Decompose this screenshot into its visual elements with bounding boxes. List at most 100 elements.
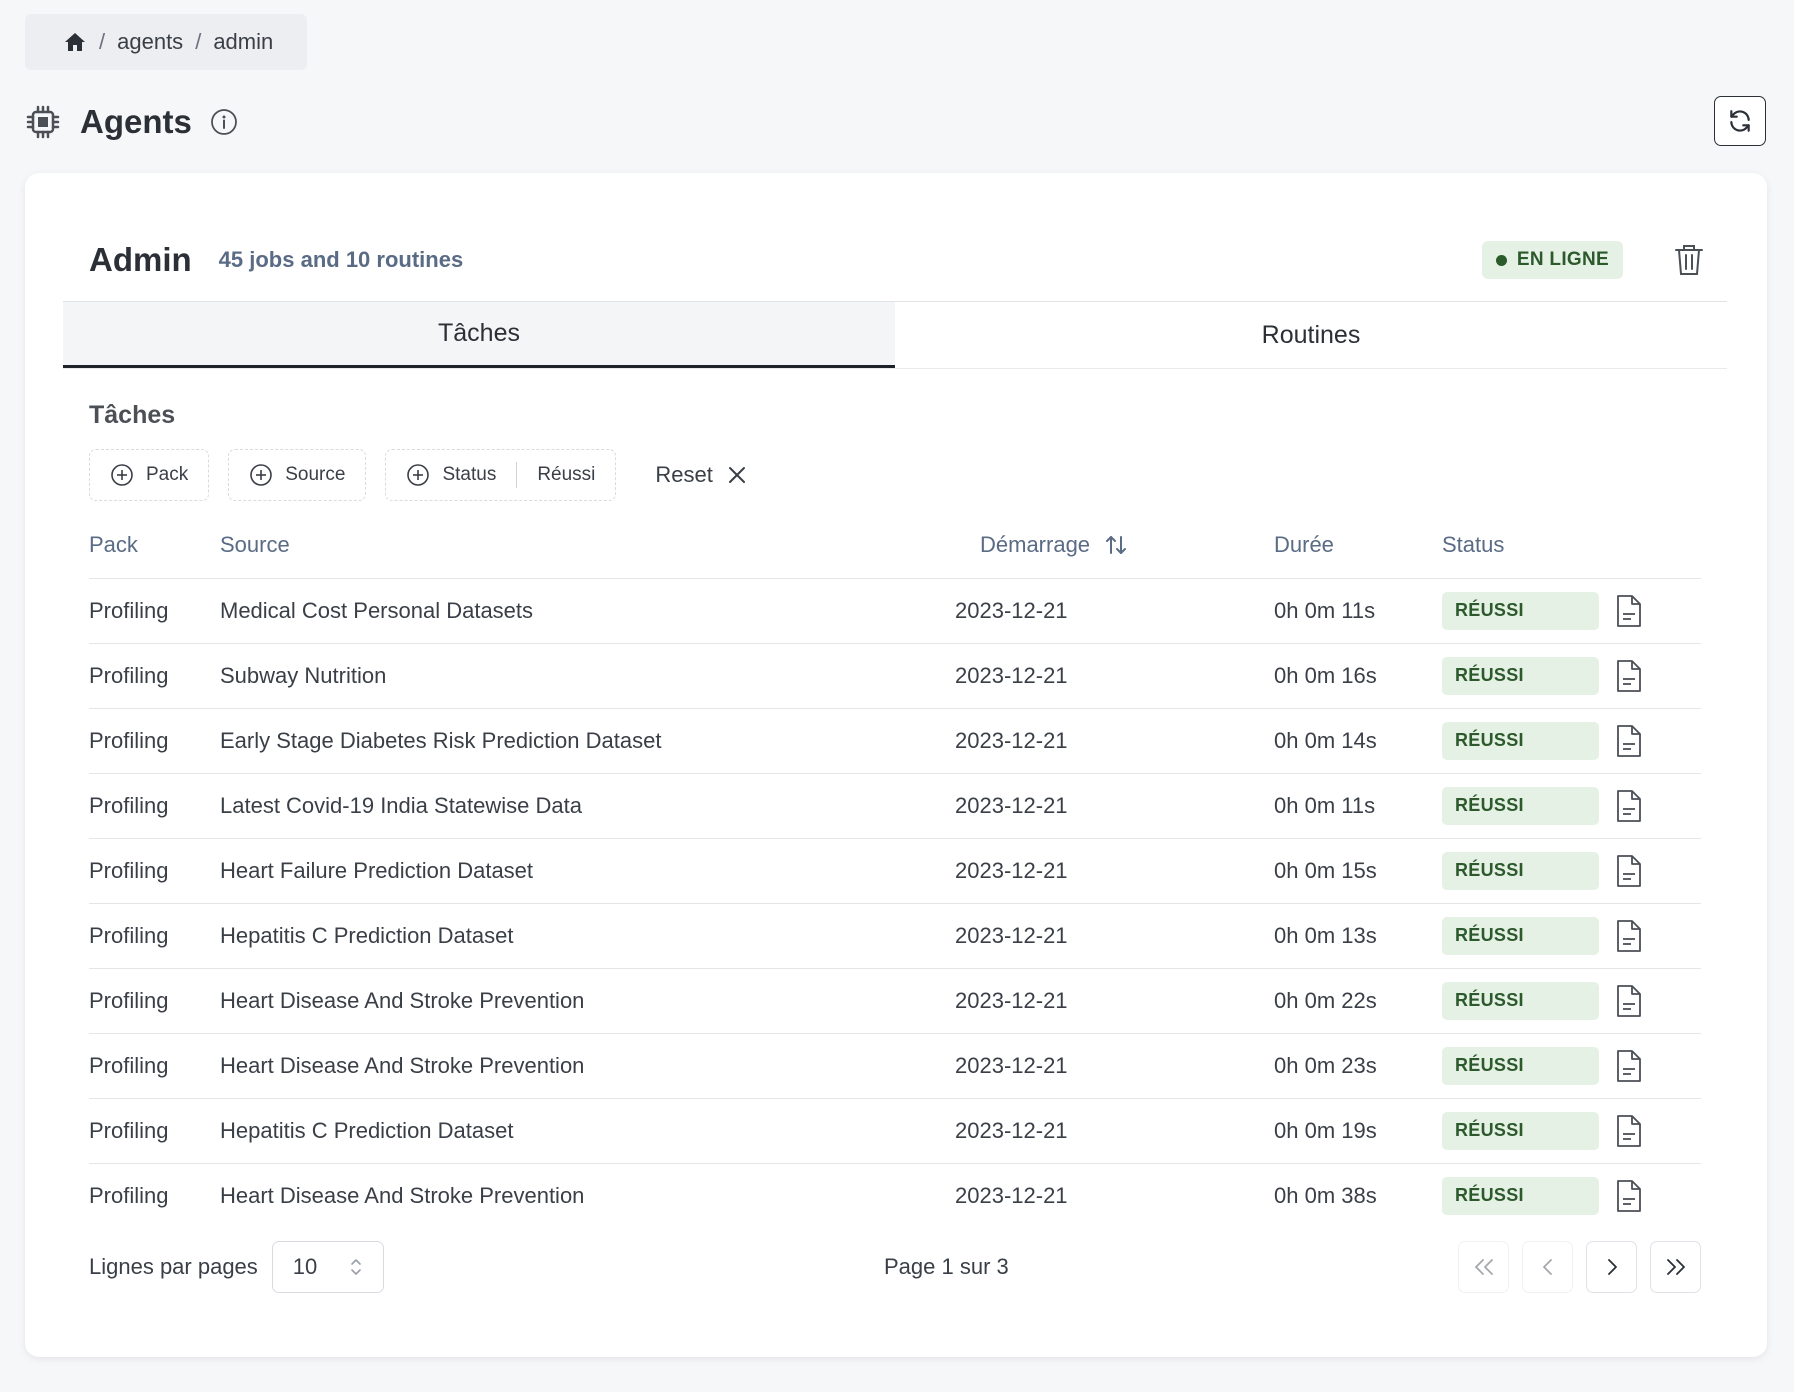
document-icon [1615,1049,1643,1083]
rows-per-page-select[interactable]: 10 [271,1241,384,1293]
view-report-button[interactable] [1615,1049,1643,1083]
cell-start: 2023-12-21 [955,773,1274,839]
view-report-button[interactable] [1615,1114,1643,1148]
status-badge: RÉUSSI [1442,721,1599,760]
table-row: Profiling Heart Disease And Stroke Preven… [89,1163,1701,1228]
cell-pack: Profiling [89,1182,169,1208]
cell-source: Medical Cost Personal Datasets [220,578,955,644]
table-row: Profiling Early Stage Diabetes Risk Predi… [89,708,1701,774]
view-report-button[interactable] [1615,789,1643,823]
cell-source: Heart Failure Prediction Dataset [220,838,955,904]
refresh-button[interactable] [1714,96,1766,146]
cell-status: RÉUSSI [1442,968,1701,1034]
document-icon [1615,659,1643,693]
next-page-button[interactable] [1586,1241,1637,1293]
view-report-button[interactable] [1615,984,1643,1018]
cell-pack: Profiling [89,903,220,969]
document-icon [1615,789,1643,823]
chevron-right-icon [1600,1255,1624,1279]
cell-status: RÉUSSI [1442,578,1701,644]
sort-arrows-icon [1104,533,1128,557]
double-chevron-left-icon [1472,1255,1496,1279]
tab-routines[interactable]: Routines [895,302,1727,368]
agent-summary: 45 jobs and 10 routines [218,247,464,272]
status-badge: RÉUSSI [1442,786,1599,825]
status-badge: EN LIGNE [1481,241,1623,279]
view-report-button[interactable] [1615,854,1643,888]
chevron-up-down-icon [349,1257,363,1277]
filter-source-label: Source [285,464,346,485]
info-icon[interactable] [210,108,238,136]
table-header-row: Pack Source Démarrage Durée Status [89,513,1701,579]
section-title: Tâches [89,401,176,429]
column-header-start[interactable]: Démarrage [955,513,1274,579]
view-report-button[interactable] [1615,594,1643,628]
document-icon [1615,724,1643,758]
jobs-table: Pack Source Démarrage Durée Status Profi… [89,513,1701,1228]
filter-pack-label: Pack [146,464,189,485]
tab-taches[interactable]: Tâches [63,302,895,368]
view-report-button[interactable] [1615,1179,1643,1213]
reset-filters-button[interactable]: Reset [655,462,746,488]
view-report-button[interactable] [1615,724,1643,758]
column-header-start-label: Démarrage [980,532,1091,558]
cell-status: RÉUSSI [1442,1033,1701,1099]
cell-pack: Profiling [89,708,220,774]
agent-name: Admin [89,241,192,278]
cell-duration: 0h 0m 23s [1274,1033,1442,1099]
first-page-button[interactable] [1458,1241,1509,1293]
plus-circle-icon [110,463,134,487]
column-header-pack: Pack [89,513,220,579]
previous-page-button[interactable] [1522,1241,1573,1293]
cell-source: Hepatitis C Prediction Dataset [220,903,955,969]
cell-pack: Profiling [89,578,220,644]
cpu-chip-icon [26,105,60,139]
breadcrumb-separator: / [99,29,106,54]
breadcrumb-item-admin: admin [213,29,274,54]
table-row: Profiling Hepatitis C Prediction Dataset 2… [89,903,1701,969]
filter-pack-button[interactable]: Pack [89,449,210,501]
last-page-button[interactable] [1650,1241,1701,1293]
status-badge: RÉUSSI [1442,591,1599,630]
filter-divider [516,462,518,488]
breadcrumb: / agents / admin [25,14,307,70]
plus-circle-icon [406,463,430,487]
cell-start: 2023-12-21 [955,1098,1274,1164]
column-header-status: Status [1442,513,1701,579]
cell-duration: 0h 0m 19s [1274,1098,1442,1164]
filter-source-button[interactable]: Source [228,449,367,501]
table-row: Profiling Heart Failure Prediction Datase… [89,838,1701,904]
refresh-icon [1727,108,1753,134]
filter-status-button[interactable]: Status Réussi [385,449,617,501]
table-row: Profiling Hepatitis C Prediction Dataset 2… [89,1098,1701,1164]
cell-duration: 0h 0m 14s [1274,708,1442,774]
cell-duration: 0h 0m 11s [1274,578,1442,644]
cell-status: RÉUSSI [1442,643,1701,709]
home-icon[interactable] [63,30,87,54]
breadcrumb-item-agents[interactable]: agents [117,29,183,55]
cell-source: Hepatitis C Prediction Dataset [220,1098,955,1164]
status-badge: RÉUSSI [1442,1046,1599,1085]
page-info: Page 1 sur 3 [884,1254,1009,1279]
reset-label: Reset [655,462,713,487]
cell-pack: Profiling [89,643,220,709]
document-icon [1615,919,1643,953]
column-header-source: Source [220,513,955,579]
view-report-button[interactable] [1615,919,1643,953]
status-badge-label: EN LIGNE [1516,249,1609,270]
status-badge: RÉUSSI [1442,851,1599,890]
rows-per-page-label: Lignes par pages [89,1254,258,1279]
cell-source: Early Stage Diabetes Risk Prediction Dat… [220,708,955,774]
filter-status-label: Status [442,464,497,485]
view-report-button[interactable] [1615,659,1643,693]
cell-duration: 0h 0m 16s [1274,643,1442,709]
cell-source: Heart Disease And Stroke Prevention [220,1033,955,1099]
cell-status: RÉUSSI [1442,708,1701,774]
page-header: Agents [26,98,238,146]
document-icon [1615,594,1643,628]
cell-start: 2023-12-21 [955,903,1274,969]
filter-status-value: Réussi [537,464,596,485]
cell-start: 2023-12-21 [955,708,1274,774]
rows-per-page-value: 10 [292,1254,318,1279]
delete-agent-button[interactable] [1669,239,1709,281]
